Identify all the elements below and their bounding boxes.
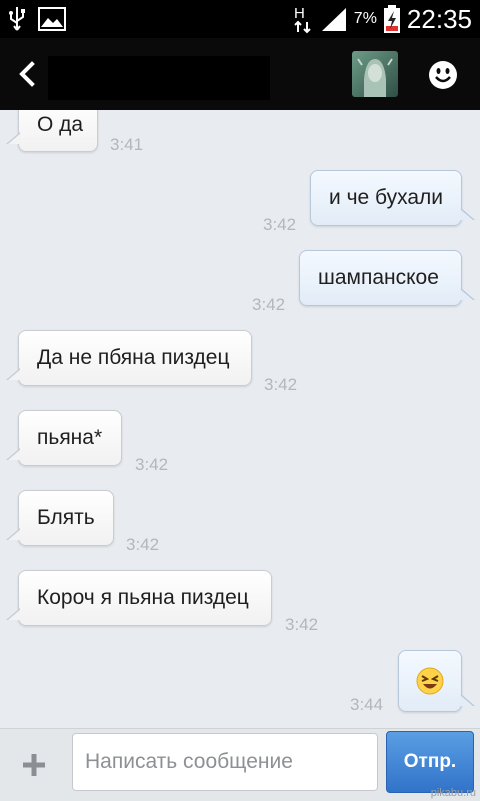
smiley-icon: [429, 61, 457, 89]
bubble-tail: [460, 694, 475, 706]
message-time: 3:42: [135, 455, 169, 474]
message-text: и че бухали: [329, 186, 444, 209]
message-time: 3:42: [252, 295, 286, 314]
data-arrows-icon: H: [294, 5, 311, 34]
status-right: H 7% 22:35: [292, 0, 472, 38]
message-bubble[interactable]: и че бухали: [310, 170, 462, 226]
contact-name[interactable]: [48, 56, 270, 100]
bubble-tail: [6, 368, 21, 380]
bubble-tail: [460, 208, 475, 220]
usb-icon: [9, 7, 25, 31]
contact-avatar[interactable]: [352, 51, 398, 97]
message-bubble[interactable]: шампанское: [299, 250, 462, 306]
chevron-left-icon: [19, 61, 35, 87]
send-button[interactable]: Отпр.: [386, 731, 474, 793]
message-time: 3:42: [264, 375, 298, 394]
laughing-emoji-icon: [416, 667, 444, 695]
message-time: 3:42: [285, 615, 319, 634]
message-text: Блять: [37, 506, 95, 529]
watermark: pikabu.ru: [430, 787, 476, 799]
message-text: Короч я пьяна пиздец: [37, 586, 249, 609]
status-left: [8, 6, 66, 32]
message-time: 3:44: [350, 695, 384, 714]
message-text: пьяна*: [37, 426, 103, 449]
signal-icon: [321, 8, 346, 31]
battery-charging-icon: [383, 5, 400, 33]
image-icon: [38, 7, 66, 31]
message-text: Да не пбяна пиздец: [37, 346, 230, 369]
attach-button[interactable]: [20, 751, 48, 779]
emoji-button[interactable]: [428, 60, 458, 90]
composer-bar: Отпр. pikabu.ru: [0, 728, 480, 801]
message-bubble[interactable]: 😆: [398, 650, 462, 712]
message-bubble[interactable]: Блять: [18, 490, 114, 546]
message-text: шампанское: [318, 266, 439, 289]
message-time: 3:42: [126, 535, 160, 554]
plus-icon: [23, 754, 45, 776]
status-bar: H 7% 22:35: [0, 0, 480, 38]
bubble-tail: [6, 608, 21, 620]
message-time: 3:41: [110, 135, 144, 154]
message-bubble[interactable]: О да: [18, 110, 98, 152]
message-bubble[interactable]: Короч я пьяна пиздец: [18, 570, 272, 626]
chat-header: [0, 38, 480, 110]
bubble-tail: [460, 288, 475, 300]
message-bubble[interactable]: Да не пбяна пиздец: [18, 330, 252, 386]
bubble-tail: [6, 132, 21, 144]
message-bubble[interactable]: пьяна*: [18, 410, 122, 466]
message-input[interactable]: [72, 733, 378, 791]
message-list[interactable]: О да 3:41 и че бухали 3:42 шампанское 3:…: [0, 110, 480, 728]
bubble-tail: [6, 528, 21, 540]
battery-percent: 7%: [353, 10, 377, 27]
message-text: О да: [37, 113, 84, 136]
clock: 22:35: [406, 3, 472, 34]
bubble-tail: [6, 448, 21, 460]
network-type: H: [294, 5, 305, 22]
message-time: 3:42: [263, 215, 297, 234]
back-button[interactable]: [10, 56, 46, 92]
avatar-image: [352, 51, 398, 97]
